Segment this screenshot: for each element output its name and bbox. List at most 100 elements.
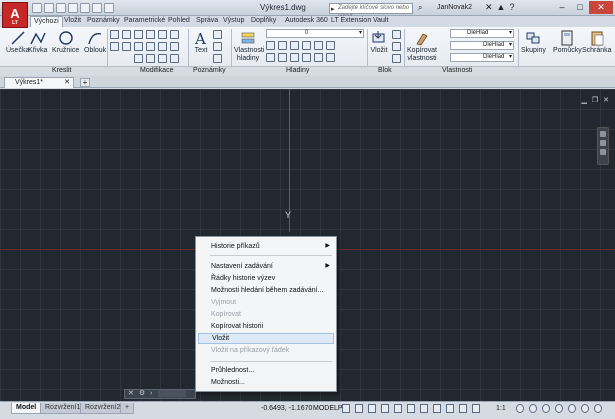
erase-icon[interactable] (170, 30, 179, 39)
move-icon[interactable] (134, 30, 143, 39)
close-icon[interactable]: ✕ (603, 96, 609, 104)
layer-merge-icon[interactable] (302, 53, 311, 62)
layer-properties-button[interactable]: Vlastnosti hladiny (234, 30, 264, 63)
snap-icon[interactable] (355, 404, 363, 413)
open-icon[interactable] (44, 3, 54, 13)
undo-icon[interactable] (92, 3, 102, 13)
panel-title-annotation[interactable]: Poznámky (193, 67, 226, 74)
panel-title-layers[interactable]: Hladiny (286, 67, 309, 74)
annotation-scale[interactable]: 1:1 (496, 405, 506, 412)
insert-block-button[interactable]: Vložit (370, 30, 388, 54)
stretch-icon[interactable] (134, 54, 143, 63)
linetype-dropdown[interactable]: DleHlad ▾ (450, 41, 514, 50)
tab-pohled[interactable]: Pohled (168, 17, 190, 24)
auto-scale-icon[interactable] (472, 404, 480, 413)
save-icon[interactable] (56, 3, 66, 13)
osnap-icon[interactable] (394, 404, 402, 413)
layer-off-icon[interactable] (266, 41, 275, 50)
close-icon[interactable]: ✕ (64, 78, 70, 88)
circle-button[interactable]: Kružnice (52, 30, 79, 54)
command-input[interactable] (157, 390, 186, 397)
menu-item-cut[interactable]: Vyjmout (198, 297, 334, 308)
explode-icon[interactable] (170, 42, 179, 51)
pan-icon[interactable] (600, 131, 606, 137)
close-icon[interactable]: ✕ (589, 1, 613, 14)
new-icon[interactable] (32, 3, 42, 13)
layer-dropdown[interactable]: 0 ▾ (266, 29, 364, 38)
add-layout-button[interactable]: + (120, 403, 135, 414)
search-input[interactable]: ▸ Zadejte klíčové slovo nebo výraz (329, 3, 413, 20)
exchange-icon[interactable]: ✕ (485, 2, 493, 13)
restore-icon[interactable]: ❐ (592, 96, 598, 104)
clipboard-button[interactable]: Schránka (582, 30, 612, 54)
selection-cycling-icon[interactable] (446, 404, 454, 413)
layer-walk-icon[interactable] (290, 53, 299, 62)
tab-doplnky[interactable]: Doplňky (251, 17, 276, 24)
tab-lt-extension[interactable]: LT Extension (331, 17, 371, 24)
tab-vlozit[interactable]: Vložit (64, 17, 81, 24)
table-icon[interactable] (213, 54, 222, 63)
otrack-icon[interactable] (407, 404, 415, 413)
transparency-icon[interactable] (433, 404, 441, 413)
layer-isolate-icon[interactable] (266, 53, 275, 62)
layer-delete-icon[interactable] (314, 53, 323, 62)
arc-button[interactable]: Oblouk (84, 30, 106, 54)
redo-icon[interactable] (104, 3, 114, 13)
menu-item-transparency[interactable]: Průhlednost... (198, 365, 334, 376)
boundary-icon[interactable] (110, 42, 119, 51)
block-attribute-icon[interactable] (392, 54, 401, 63)
groups-button[interactable]: Skupiny (521, 30, 546, 54)
application-menu-button[interactable]: A LT (2, 2, 28, 28)
new-tab-button[interactable]: + (80, 78, 90, 87)
annotation-visibility-icon[interactable] (459, 404, 467, 413)
text-button[interactable]: A Text (192, 30, 210, 54)
dimension-icon[interactable] (213, 30, 222, 39)
layer-unisolate-icon[interactable] (278, 53, 287, 62)
wrench-icon[interactable]: ⚙ (139, 390, 145, 398)
lineweight-dropdown[interactable]: DleHlad ▾ (450, 53, 514, 62)
customization-icon[interactable] (594, 404, 602, 413)
menu-item-command-history[interactable]: Historie příkazů ▶ (198, 241, 334, 252)
create-block-icon[interactable] (392, 30, 401, 39)
tab-parametricke[interactable]: Parametrické (124, 17, 165, 24)
tab-vault[interactable]: Vault (373, 17, 388, 24)
menu-item-input-search-options[interactable]: Možnosti hledání během zadávání... (198, 285, 334, 296)
tab-vystup[interactable]: Výstup (223, 17, 244, 24)
fullscreen-icon[interactable] (581, 404, 589, 413)
trim-icon[interactable] (158, 30, 167, 39)
line-button[interactable]: Úsečka (6, 30, 29, 54)
layer-previous-icon[interactable] (326, 41, 335, 50)
array-icon[interactable] (158, 54, 167, 63)
menu-item-prompt-history-lines[interactable]: Řádky historie výzev (198, 273, 334, 284)
orbit-icon[interactable] (600, 149, 606, 155)
binoculars-icon[interactable]: ⌕ (418, 3, 422, 13)
offset-icon[interactable] (170, 54, 179, 63)
tab-model[interactable]: Model (11, 403, 42, 414)
file-tab[interactable]: Výkres1* ✕ (4, 77, 74, 88)
help-icon[interactable]: ? (509, 2, 514, 13)
layer-match-icon[interactable] (302, 41, 311, 50)
menu-item-options[interactable]: Možnosti... (198, 377, 334, 388)
tab-layout2[interactable]: Rozvržení2 (80, 403, 126, 414)
coordinates-readout[interactable]: -0.6493, -1.1670 (261, 405, 312, 412)
layer-thaw-icon[interactable] (326, 53, 335, 62)
menu-item-input-settings[interactable]: Nastavení zadávání ▶ (198, 261, 334, 272)
layer-current-icon[interactable] (314, 41, 323, 50)
copy-icon[interactable] (134, 42, 143, 51)
minimize-icon[interactable]: – (553, 1, 571, 14)
tab-vychozi[interactable]: Výchozí (30, 16, 63, 27)
fillet-icon[interactable] (158, 42, 167, 51)
utilities-button[interactable]: Pomůcky (553, 30, 582, 54)
isolate-objects-icon[interactable] (568, 404, 576, 413)
menu-item-copy-history[interactable]: Kopírovat historii (198, 321, 334, 332)
navigation-bar[interactable] (597, 127, 609, 165)
tab-poznamky[interactable]: Poznámky (87, 17, 120, 24)
panel-title-properties[interactable]: Vlastnosti (442, 67, 472, 74)
mirror-icon[interactable] (146, 42, 155, 51)
color-dropdown[interactable]: DleHlad ▾ (450, 29, 514, 38)
polar-icon[interactable] (381, 404, 389, 413)
maximize-icon[interactable]: □ (571, 1, 589, 14)
panel-title-draw[interactable]: Kreslit (52, 67, 71, 74)
rotate-icon[interactable] (146, 30, 155, 39)
model-space-toggle[interactable]: MODELP (313, 405, 343, 412)
